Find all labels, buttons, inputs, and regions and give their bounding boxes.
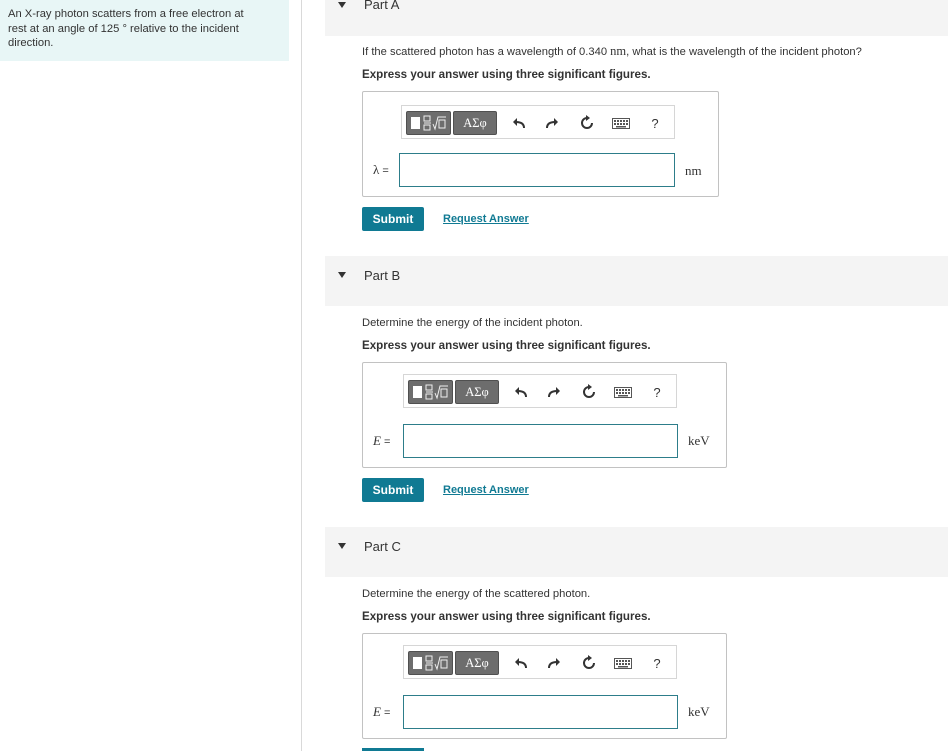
unit-label: nm <box>685 163 702 178</box>
help-button[interactable]: ? <box>646 652 668 674</box>
math-toolbar: ΑΣφ ? <box>403 645 677 679</box>
reset-circular-arrow-icon[interactable] <box>578 652 600 674</box>
part-a-header[interactable]: Part A <box>325 0 948 36</box>
problem-text-line: rest at an angle of 125 ° relative to th… <box>8 22 239 35</box>
problem-statement: An X-ray photon scatters from a free ele… <box>0 0 289 61</box>
submit-button[interactable]: Submit <box>362 478 424 502</box>
symbols-button[interactable]: ΑΣφ <box>453 111 497 135</box>
templates-button[interactable] <box>408 651 453 675</box>
variable-label: E = <box>373 704 391 719</box>
part-c-title: Part C <box>364 539 401 554</box>
part-b-question: Determine the energy of the incident pho… <box>362 317 583 329</box>
fraction-sqrt-templates-icon <box>425 384 448 400</box>
collapse-arrow-icon[interactable] <box>338 272 346 278</box>
redo-arrow-icon[interactable] <box>543 381 565 403</box>
variable-label: E = <box>373 433 391 448</box>
templates-button[interactable] <box>406 111 451 135</box>
keyboard-icon[interactable] <box>612 652 634 674</box>
math-toolbar: ΑΣφ ? <box>401 105 675 139</box>
unit-label: keV <box>688 433 710 448</box>
undo-arrow-icon[interactable] <box>510 652 532 674</box>
keyboard-icon[interactable] <box>612 381 634 403</box>
request-answer-link[interactable]: Request Answer <box>443 213 529 225</box>
part-b-title: Part B <box>364 268 401 283</box>
part-b-instructions: Express your answer using three signific… <box>362 339 651 352</box>
symbols-button[interactable]: ΑΣφ <box>455 651 499 675</box>
keyboard-icon[interactable] <box>610 112 632 134</box>
part-c-question: Determine the energy of the scattered ph… <box>362 588 591 600</box>
column-divider <box>301 0 302 751</box>
answer-input[interactable] <box>399 153 675 187</box>
math-toolbar: ΑΣφ ? <box>403 374 677 408</box>
part-a-answer-box: ΑΣφ ? λ = nm <box>362 91 719 197</box>
variable-label: λ = <box>373 162 389 177</box>
problem-text-line: direction. <box>8 37 54 50</box>
answer-input[interactable] <box>403 695 678 729</box>
redo-arrow-icon[interactable] <box>543 652 565 674</box>
reset-circular-arrow-icon[interactable] <box>578 381 600 403</box>
part-b-answer-box: ΑΣφ ? E = keV <box>362 362 727 468</box>
submit-button[interactable]: Submit <box>362 207 424 231</box>
part-b-header[interactable]: Part B <box>325 256 948 306</box>
collapse-arrow-icon[interactable] <box>338 2 346 8</box>
fraction-sqrt-templates-icon <box>425 655 448 671</box>
undo-arrow-icon[interactable] <box>508 112 530 134</box>
part-c-answer-box: ΑΣφ ? E = keV <box>362 633 727 739</box>
unit-label: keV <box>688 704 710 719</box>
part-a-instructions: Express your answer using three signific… <box>362 68 651 81</box>
part-a-title: Part A <box>364 0 400 12</box>
templates-button[interactable] <box>408 380 453 404</box>
request-answer-link[interactable]: Request Answer <box>443 484 529 496</box>
fraction-sqrt-templates-icon <box>423 115 446 131</box>
redo-arrow-icon[interactable] <box>541 112 563 134</box>
part-a-question: If the scattered photon has a wavelength… <box>362 44 862 58</box>
help-button[interactable]: ? <box>646 381 668 403</box>
symbols-button[interactable]: ΑΣφ <box>455 380 499 404</box>
help-button[interactable]: ? <box>644 112 666 134</box>
collapse-arrow-icon[interactable] <box>338 543 346 549</box>
part-c-header[interactable]: Part C <box>325 527 948 577</box>
reset-circular-arrow-icon[interactable] <box>576 112 598 134</box>
answer-input[interactable] <box>403 424 678 458</box>
part-c-instructions: Express your answer using three signific… <box>362 610 651 623</box>
problem-text-line: An X-ray photon scatters from a free ele… <box>8 8 244 20</box>
undo-arrow-icon[interactable] <box>510 381 532 403</box>
